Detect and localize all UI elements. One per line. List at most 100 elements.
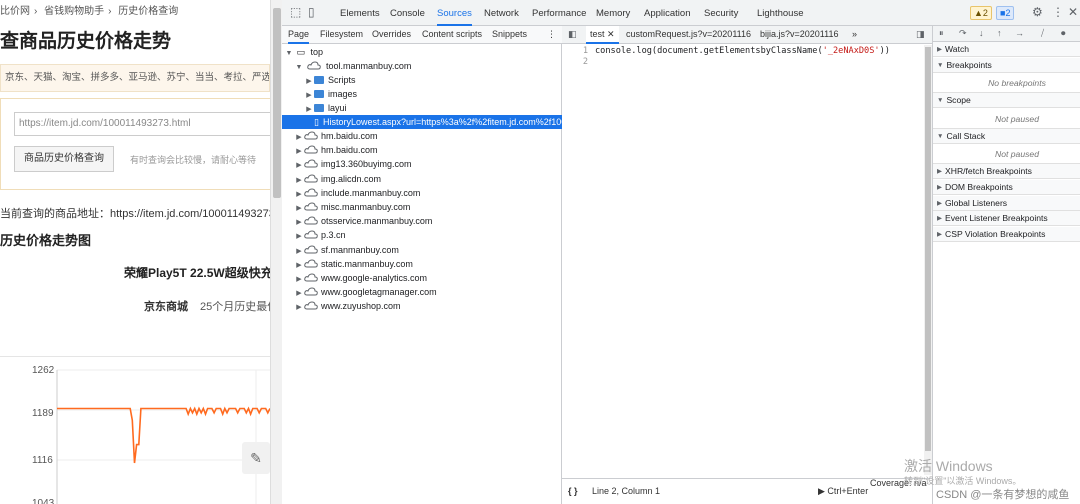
tab-security[interactable]: Security xyxy=(704,0,738,26)
close-icon[interactable]: ✕ xyxy=(1068,5,1078,19)
debugger-section-header[interactable]: ▼ Call Stack xyxy=(933,128,1080,144)
tab-overrides[interactable]: Overrides xyxy=(372,26,411,44)
step-icon[interactable]: → xyxy=(1015,28,1024,38)
expand-arrow-icon[interactable]: ▶ xyxy=(294,131,304,143)
tab-elements[interactable]: Elements xyxy=(340,0,380,26)
expand-arrow-icon[interactable]: ▶ xyxy=(294,145,304,157)
editor-tab-custom-request[interactable]: customRequest.js?v=20201116 xyxy=(626,26,751,44)
editor-tab-bijia[interactable]: bijia.js?v=20201116 xyxy=(760,26,838,44)
more-menu-icon[interactable]: ⋮ xyxy=(547,26,556,44)
expand-arrow-icon[interactable]: ▶ xyxy=(294,287,304,299)
stores-bar: 京东、天猫、淘宝、拼多多、亚马逊、苏宁、当当、考拉、严选、国美 xyxy=(0,64,270,92)
query-button[interactable]: 商品历史价格查询 xyxy=(14,146,114,172)
debugger-section-header[interactable]: ▶ Watch xyxy=(933,42,1080,57)
device-toolbar-icon[interactable]: ▯ xyxy=(308,5,315,19)
expand-arrow-icon[interactable]: ▶ xyxy=(294,216,304,228)
debugger-section-header[interactable]: ▶ Event Listener Breakpoints xyxy=(933,211,1080,227)
tree-item-domain[interactable]: ▶ www.googletagmanager.com xyxy=(282,285,562,299)
settings-gear-icon[interactable]: ⚙ xyxy=(1032,5,1043,19)
code-area[interactable]: 1 console.log(document.getElementsbyClas… xyxy=(562,45,932,475)
tree-item-folder[interactable]: ▶ Scripts xyxy=(282,73,562,87)
expanded-arrow-icon: ▼ xyxy=(937,97,944,105)
scrollbar-thumb[interactable] xyxy=(925,47,931,451)
tab-sources[interactable]: Sources xyxy=(437,0,472,26)
warnings-badge[interactable]: ▲2 xyxy=(970,6,992,20)
expand-arrow-icon[interactable]: ▼ xyxy=(284,47,294,59)
expand-arrow-icon[interactable]: ▶ xyxy=(304,103,314,115)
pretty-print-icon[interactable]: { } xyxy=(568,479,578,503)
debugger-section-header[interactable]: ▶ XHR/fetch Breakpoints xyxy=(933,164,1080,180)
pause-on-exceptions-icon[interactable]: ⏺ xyxy=(1061,28,1066,39)
tab-network[interactable]: Network xyxy=(484,0,519,26)
tree-item-domain[interactable]: ▶ static.manmanbuy.com xyxy=(282,257,562,271)
expand-arrow-icon[interactable]: ▶ xyxy=(294,188,304,200)
expand-arrow-icon[interactable]: ▼ xyxy=(294,61,304,73)
expand-arrow-icon[interactable]: ▶ xyxy=(294,230,304,242)
expand-arrow-icon[interactable]: ▶ xyxy=(294,301,304,313)
tab-content-scripts[interactable]: Content scripts xyxy=(422,26,482,44)
tab-snippets[interactable]: Snippets xyxy=(492,26,527,44)
expand-arrow-icon[interactable]: ▶ xyxy=(294,174,304,186)
expand-arrow-icon[interactable]: ▶ xyxy=(294,245,304,257)
tree-item-domain[interactable]: ▶ include.manmanbuy.com xyxy=(282,186,562,200)
url-input[interactable]: https://item.jd.com/100011493273.html xyxy=(14,112,270,136)
toggle-debugger-icon[interactable]: ◨ xyxy=(916,26,925,44)
breadcrumb-item[interactable]: 比价网 xyxy=(0,6,30,17)
tab-application[interactable]: Application xyxy=(644,0,690,26)
expand-arrow-icon[interactable]: ▶ xyxy=(304,89,314,101)
more-menu-icon[interactable]: ⋮ xyxy=(1052,5,1064,19)
tree-item-domain[interactable]: ▶ misc.manmanbuy.com xyxy=(282,200,562,214)
messages-badge[interactable]: ■2 xyxy=(996,6,1015,20)
price-line xyxy=(57,406,270,464)
tree-item-domain[interactable]: ▶ www.zuyushop.com xyxy=(282,299,562,313)
expand-arrow-icon[interactable]: ▶ xyxy=(294,202,304,214)
debugger-section-header[interactable]: ▼ Scope xyxy=(933,93,1080,109)
step-into-icon[interactable]: ↓ xyxy=(979,28,984,38)
tree-item-domain[interactable]: ▶ img13.360buyimg.com xyxy=(282,157,562,171)
tree-item-domain[interactable]: ▶ hm.baidu.com xyxy=(282,129,562,143)
expand-arrow-icon[interactable]: ▶ xyxy=(294,159,304,171)
tree-item-folder[interactable]: ▶ layui xyxy=(282,101,562,115)
tree-item-domain[interactable]: ▶ sf.manmanbuy.com xyxy=(282,243,562,257)
more-tabs-icon[interactable]: » xyxy=(852,26,857,44)
tree-item-domain[interactable]: ▶ p.3.cn xyxy=(282,228,562,242)
deactivate-breakpoints-icon[interactable]: ⧸ xyxy=(1041,28,1044,39)
tree-item-folder[interactable]: ▶ images xyxy=(282,87,562,101)
expand-arrow-icon[interactable]: ▶ xyxy=(294,259,304,271)
pause-icon[interactable]: ⏸ xyxy=(939,28,944,39)
debugger-section-header[interactable]: ▼ Breakpoints xyxy=(933,57,1080,73)
debugger-section-header[interactable]: ▶ DOM Breakpoints xyxy=(933,180,1080,195)
tree-item-domain[interactable]: ▼ tool.manmanbuy.com xyxy=(282,59,562,73)
toggle-navigator-icon[interactable]: ◧ xyxy=(568,26,577,44)
code-line[interactable]: console.log(document.getElementsbyClassN… xyxy=(595,46,890,56)
expand-arrow-icon[interactable]: ▶ xyxy=(294,273,304,285)
breadcrumb-item[interactable]: 历史价格查询 xyxy=(118,6,178,17)
tree-item-top[interactable]: ▼ ▭ top xyxy=(282,45,562,59)
tab-lighthouse[interactable]: Lighthouse xyxy=(757,0,803,26)
tree-item-domain[interactable]: ▶ img.alicdn.com xyxy=(282,172,562,186)
tab-performance[interactable]: Performance xyxy=(532,0,586,26)
close-icon[interactable]: ✕ xyxy=(607,29,615,39)
tab-page[interactable]: Page xyxy=(288,26,310,44)
tree-item-domain[interactable]: ▶ otsservice.manmanbuy.com xyxy=(282,214,562,228)
tab-filesystem[interactable]: Filesystem xyxy=(320,26,363,44)
tree-item-domain[interactable]: ▶ www.google-analytics.com xyxy=(282,271,562,285)
tree-item-domain[interactable]: ▶ hm.baidu.com xyxy=(282,143,562,157)
tab-memory[interactable]: Memory xyxy=(596,0,630,26)
scrollbar-thumb[interactable] xyxy=(273,8,281,198)
query-hint: 有时查询会比较慢，请耐心等待 xyxy=(130,155,257,165)
step-out-icon[interactable]: ↑ xyxy=(997,28,1002,38)
editor-scrollbar[interactable] xyxy=(924,45,932,475)
tab-console[interactable]: Console xyxy=(390,0,425,26)
expand-arrow-icon[interactable]: ▶ xyxy=(304,75,314,87)
editor-tab-test[interactable]: test ✕ xyxy=(586,26,619,44)
inspect-icon[interactable]: ⬚ xyxy=(290,5,301,19)
page-scrollbar[interactable] xyxy=(270,0,282,504)
step-over-icon[interactable]: ↷ xyxy=(959,28,967,39)
debugger-section-header[interactable]: ▶ Global Listeners xyxy=(933,195,1080,211)
run-snippet-button[interactable]: ▶ Ctrl+Enter xyxy=(818,479,868,503)
debugger-section-header[interactable]: ▶ CSP Violation Breakpoints xyxy=(933,226,1080,242)
breadcrumb-item[interactable]: 省钱购物助手 xyxy=(44,6,104,17)
edit-icon[interactable]: ✎ xyxy=(242,442,270,474)
tree-item-selected-file[interactable]: ▯ HistoryLowest.aspx?url=https%3a%2f%2fit… xyxy=(282,115,562,129)
